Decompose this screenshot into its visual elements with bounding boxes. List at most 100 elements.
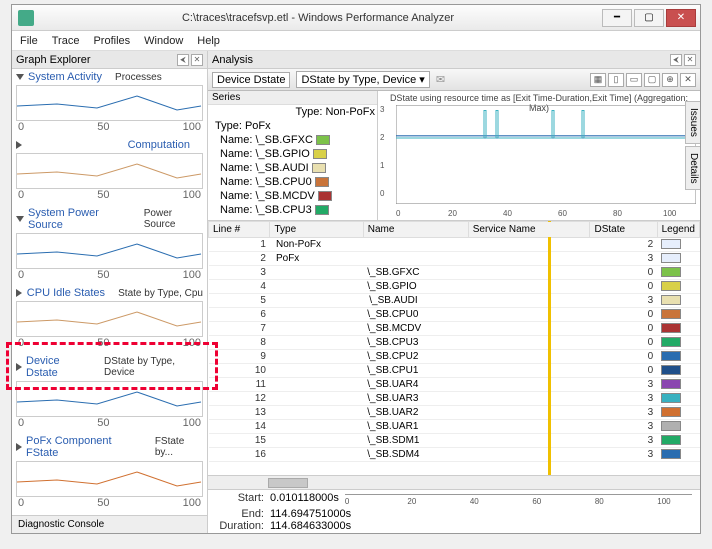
table-row[interactable]: 7\_SB.MCDV0 — [209, 322, 700, 336]
thumb-plot[interactable] — [16, 301, 203, 337]
menu-profiles[interactable]: Profiles — [93, 35, 130, 47]
thumb-4[interactable]: Device Dstate DState by Type, Device 050… — [16, 355, 203, 429]
series-header: Series — [208, 91, 377, 105]
expand-icon[interactable] — [16, 74, 24, 80]
dstate-table[interactable]: Line #TypeNameService NameDStateLegend 1… — [208, 221, 700, 475]
table-row[interactable]: 15\_SB.SDM13 — [209, 434, 700, 448]
horizontal-scrollbar[interactable] — [208, 475, 700, 489]
ge-close-icon[interactable]: ✕ — [191, 54, 203, 66]
layout-btn-1[interactable]: ▦ — [590, 73, 606, 87]
swatch-icon — [312, 163, 326, 173]
table-row[interactable]: 6\_SB.CPU00 — [209, 308, 700, 322]
col-header[interactable]: Type — [270, 222, 363, 238]
expand-icon[interactable] — [16, 141, 124, 149]
layout-btn-4[interactable]: ▢ — [644, 73, 660, 87]
dstate-chart[interactable]: DState using resource time as [Exit Time… — [378, 91, 700, 220]
legend-swatch — [661, 435, 681, 445]
thumb-plot[interactable] — [16, 233, 203, 269]
col-header[interactable]: Name — [363, 222, 468, 238]
thumb-5[interactable]: PoFx Component FState FState by... 05010… — [16, 435, 203, 509]
legend-swatch — [661, 295, 681, 305]
layout-btn-3[interactable]: ▭ — [626, 73, 642, 87]
mail-icon[interactable]: ✉ — [436, 73, 445, 86]
analysis-panel: Analysis ⮜ ✕ Device Dstate DState by Typ… — [208, 51, 700, 533]
table-row[interactable]: 2PoFx3 — [209, 252, 700, 266]
table-row[interactable]: 5\_SB.AUDI3 — [209, 294, 700, 308]
legend-swatch — [661, 239, 681, 249]
menu-window[interactable]: Window — [144, 35, 183, 47]
thumb-subtitle: Power Source — [144, 208, 203, 230]
series-group[interactable]: Type: Non-PoFx — [296, 106, 375, 118]
legend-swatch — [661, 309, 681, 319]
table-row[interactable]: 12\_SB.UAR33 — [209, 392, 700, 406]
thumb-1[interactable]: Computation 050100 — [16, 139, 203, 201]
thumb-title: Computation — [128, 139, 190, 151]
layout-btn-5[interactable]: ⊕ — [662, 73, 678, 87]
menu-trace[interactable]: Trace — [52, 35, 80, 47]
ge-fold-icon[interactable]: ⮜ — [177, 54, 189, 66]
details-sidetab[interactable]: Details — [685, 146, 700, 191]
table-row[interactable]: 9\_SB.CPU20 — [209, 350, 700, 364]
thumb-2[interactable]: System Power Source Power Source 050100 — [16, 207, 203, 281]
thumb-0[interactable]: System Activity Processes 050100 — [16, 71, 203, 133]
series-item[interactable]: Name: \_SB.CPU0 — [208, 175, 377, 189]
expand-icon[interactable] — [16, 216, 24, 222]
thumb-plot[interactable] — [16, 153, 203, 189]
table-row[interactable]: 10\_SB.CPU10 — [209, 364, 700, 378]
col-header[interactable]: Legend — [657, 222, 699, 238]
table-row[interactable]: 3\_SB.GFXC0 — [209, 266, 700, 280]
thumb-title: System Activity — [28, 71, 102, 83]
expand-icon[interactable] — [16, 443, 22, 451]
ana-fold-icon[interactable]: ⮜ — [670, 54, 682, 66]
legend-swatch — [661, 281, 681, 291]
preset-selector[interactable]: DState by Type, Device ▾ — [296, 71, 429, 88]
thumb-plot[interactable] — [16, 461, 203, 497]
timeline-footer: Start:0.010118000s 0 20 40 60 80 100 End… — [208, 489, 700, 533]
issues-sidetab[interactable]: Issues — [685, 101, 700, 144]
graph-explorer-title: Graph Explorer — [16, 54, 91, 66]
legend-swatch — [661, 337, 681, 347]
swatch-icon — [316, 135, 330, 145]
table-row[interactable]: 1Non-PoFx2 — [209, 238, 700, 252]
expand-icon[interactable] — [16, 363, 22, 371]
app-window: C:\traces\tracefsvp.etl - Windows Perfor… — [11, 4, 701, 534]
maximize-button[interactable]: ▢ — [634, 9, 664, 27]
table-row[interactable]: 11\_SB.UAR43 — [209, 378, 700, 392]
graph-explorer: Graph Explorer ⮜ ✕ System Activity Proce… — [12, 51, 208, 533]
thumb-plot[interactable] — [16, 381, 203, 417]
col-header[interactable]: Service Name — [468, 222, 590, 238]
ana-close-icon[interactable]: ✕ — [684, 54, 696, 66]
expand-icon[interactable] — [16, 289, 23, 297]
close-button[interactable]: ✕ — [666, 9, 696, 27]
diagnostic-console-tab[interactable]: Diagnostic Console — [12, 515, 207, 533]
series-item[interactable]: Name: \_SB.AUDI — [208, 161, 377, 175]
series-item[interactable]: Name: \_SB.GPIO — [208, 147, 377, 161]
thumb-3[interactable]: CPU Idle States State by Type, Cpu 05010… — [16, 287, 203, 349]
graph-selector[interactable]: Device Dstate — [212, 72, 290, 88]
thumb-plot[interactable] — [16, 85, 203, 121]
series-item[interactable]: Name: \_SB.MCDV — [208, 189, 377, 203]
table-row[interactable]: 8\_SB.CPU30 — [209, 336, 700, 350]
table-row[interactable]: 13\_SB.UAR23 — [209, 406, 700, 420]
legend-swatch — [661, 393, 681, 403]
series-item[interactable]: Name: \_SB.GFXC — [208, 133, 377, 147]
table-row[interactable]: 4\_SB.GPIO0 — [209, 280, 700, 294]
menu-help[interactable]: Help — [197, 35, 220, 47]
table-row[interactable]: 14\_SB.UAR13 — [209, 420, 700, 434]
series-legend: Series Type: Non-PoFxType: PoFxName: \_S… — [208, 91, 378, 220]
layout-btn-2[interactable]: ▯ — [608, 73, 624, 87]
window-title: C:\traces\tracefsvp.etl - Windows Perfor… — [34, 12, 602, 24]
legend-swatch — [661, 351, 681, 361]
series-item[interactable]: Name: \_SB.CPU3 — [208, 203, 377, 217]
analysis-toolbar: Device Dstate DState by Type, Device ▾ ✉… — [208, 69, 700, 91]
col-header[interactable]: DState — [590, 222, 657, 238]
minimize-button[interactable]: ━ — [602, 9, 632, 27]
table-row[interactable]: 16\_SB.SDM43 — [209, 448, 700, 462]
menu-file[interactable]: File — [20, 35, 38, 47]
layout-btn-6[interactable]: ✕ — [680, 73, 696, 87]
legend-swatch — [661, 407, 681, 417]
series-group[interactable]: Type: PoFx — [215, 120, 271, 132]
timeline-axis[interactable]: 0 20 40 60 80 100 — [345, 494, 692, 508]
legend-swatch — [661, 365, 681, 375]
col-header[interactable]: Line # — [209, 222, 270, 238]
